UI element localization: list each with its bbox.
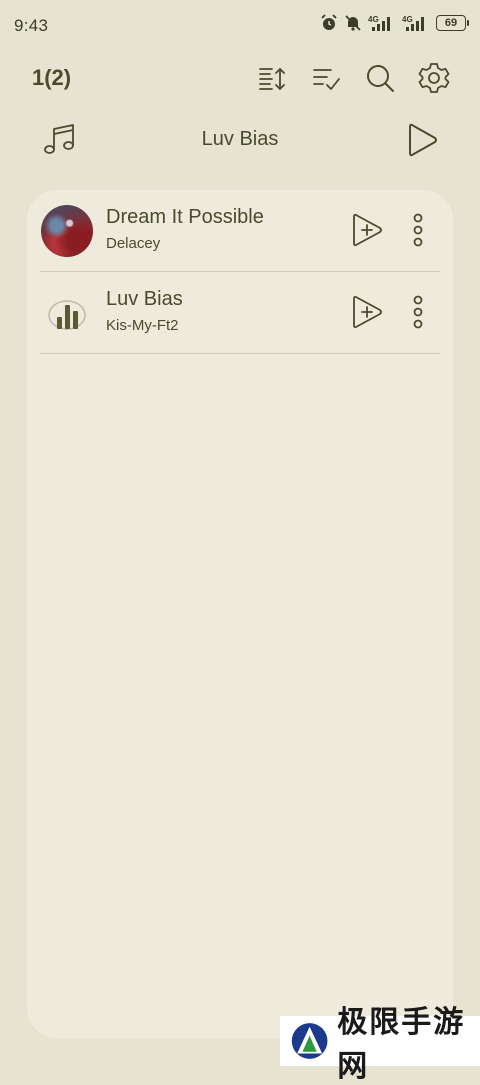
- song-title: Luv Bias: [106, 288, 183, 310]
- battery-level: 69: [444, 17, 458, 29]
- watermark-logo-icon: [291, 1023, 328, 1059]
- settings-button[interactable]: [416, 60, 452, 96]
- more-vertical-icon[interactable]: [408, 210, 428, 250]
- multi-select-button[interactable]: [308, 60, 344, 96]
- song-list-card: Dream It Possible Delacey Luv Bias Kis-M…: [27, 190, 453, 1038]
- now-playing-bars-icon: [41, 287, 93, 339]
- now-playing-bar[interactable]: Luv Bias: [0, 116, 480, 166]
- status-icons: 4G 4G 69: [320, 14, 469, 32]
- top-app-bar: 1(2): [0, 56, 480, 100]
- add-to-queue-icon[interactable]: [350, 292, 386, 332]
- list-item[interactable]: Luv Bias Kis-My-Ft2: [40, 272, 440, 354]
- network-label: 4G: [368, 15, 379, 24]
- svg-text:4G: 4G: [402, 15, 413, 24]
- album-art: [41, 205, 93, 257]
- song-title: Dream It Possible: [106, 206, 264, 228]
- add-to-queue-icon[interactable]: [350, 210, 386, 250]
- battery-icon: 69: [436, 15, 469, 31]
- signal-4g-icon: 4G: [368, 15, 390, 31]
- search-icon: [367, 65, 394, 92]
- song-artist: Delacey: [106, 235, 161, 252]
- settings-icon: [418, 63, 450, 93]
- alarm-icon: [321, 14, 337, 30]
- more-vertical-icon[interactable]: [408, 292, 428, 332]
- signal-4g-icon: 4G: [402, 15, 424, 31]
- bell-off-icon: [345, 15, 361, 31]
- multi-select-icon: [313, 69, 340, 90]
- song-artist: Kis-My-Ft2: [106, 317, 179, 334]
- status-bar: 9:43 4G 4G 69: [0, 0, 480, 52]
- sort-button[interactable]: [254, 60, 290, 96]
- watermark: 极限手游网: [280, 1005, 480, 1084]
- play-icon[interactable]: [402, 120, 442, 160]
- song-count-title: 1(2): [32, 65, 72, 90]
- sort-icon: [259, 67, 285, 91]
- watermark-text: 极限手游网: [337, 1005, 466, 1084]
- status-time: 9:43: [14, 16, 49, 35]
- list-item[interactable]: Dream It Possible Delacey: [40, 190, 440, 272]
- search-button[interactable]: [362, 60, 398, 96]
